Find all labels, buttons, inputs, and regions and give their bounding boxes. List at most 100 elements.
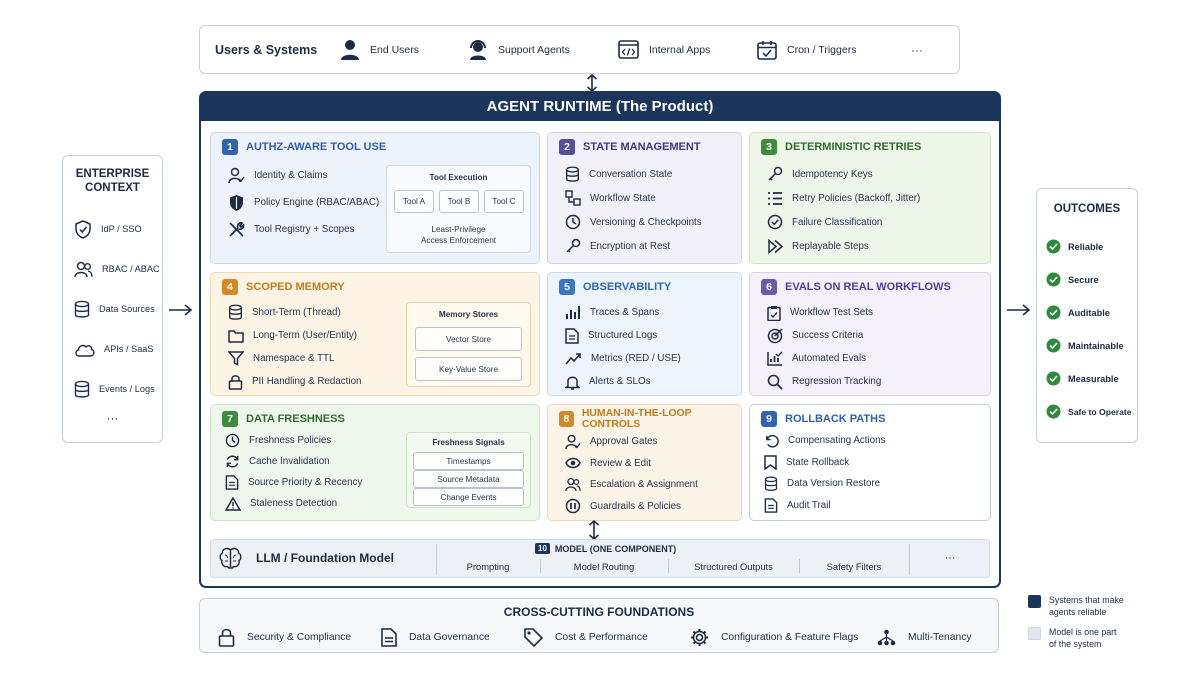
document-icon	[381, 628, 397, 647]
list-item-label: Traces & Spans	[590, 307, 660, 318]
key-icon	[566, 238, 581, 253]
legend-swatch	[1028, 595, 1041, 608]
list-item-label: Audit Trail	[787, 499, 831, 511]
users-group-icon	[74, 261, 93, 277]
model-item: Structured Outputs	[694, 561, 773, 572]
panel-note-line: Least-Privilege	[431, 225, 486, 234]
list-item: Long-Term (User/Entity)	[228, 324, 361, 347]
warning-icon	[225, 496, 241, 511]
legend-line: of the system	[1049, 639, 1102, 649]
bell-icon	[565, 376, 580, 390]
tool-chip: Tool A	[394, 190, 434, 213]
key-icon	[768, 166, 783, 181]
users-systems-title: Users & Systems	[215, 42, 318, 57]
calendar-icon	[757, 40, 777, 60]
list-item: Replayable Steps	[767, 234, 920, 258]
outcome-label: Reliable	[1068, 241, 1104, 252]
card-title: STATE MANAGEMENT	[583, 141, 701, 153]
chart-check-icon	[767, 351, 783, 366]
enterprise-item-idp: IdP / SSO	[74, 209, 162, 249]
clock-icon	[225, 433, 240, 448]
list-item: Encryption at Rest	[565, 234, 702, 258]
list-icon	[768, 191, 782, 205]
cross-cutting-foundations-panel: CROSS-CUTTING FOUNDATIONS Security & Com…	[199, 598, 999, 653]
list-item-label: Structured Logs	[588, 330, 658, 341]
list-item: Source Priority & Recency	[225, 472, 362, 493]
user-type-cron-triggers: Cron / Triggers	[757, 40, 907, 60]
user-type-support-agents: Support Agents	[468, 39, 618, 61]
list-item: Workflow Test Sets	[767, 301, 881, 324]
folder-icon	[228, 329, 244, 343]
card-title: SCOPED MEMORY	[246, 281, 345, 293]
enterprise-title: ENTERPRISE CONTEXT	[63, 167, 162, 195]
enterprise-item-label: IdP / SSO	[101, 224, 142, 234]
card-title: DETERMINISTIC RETRIES	[785, 141, 922, 153]
target-icon	[767, 327, 783, 343]
model-item: Model Routing	[573, 561, 635, 572]
card-number-badge: 4	[222, 279, 238, 295]
outcome-item: Maintainable	[1046, 329, 1137, 362]
user-type-label: End Users	[370, 43, 420, 56]
enterprise-item-data-sources: Data Sources	[74, 289, 162, 329]
replay-icon	[768, 238, 783, 254]
gear-icon	[691, 629, 708, 646]
card-number-badge: 8	[559, 411, 574, 427]
right-arrow-icon	[1007, 304, 1031, 316]
list-item: Success Criteria	[767, 324, 881, 347]
model-component-header: 10 MODEL (ONE COMPONENT)	[535, 543, 676, 554]
card-title: DATA FRESHNESS	[246, 413, 345, 425]
double-arrow-icon	[586, 74, 598, 92]
outcome-item: Secure	[1046, 263, 1137, 296]
list-item: Regression Tracking	[767, 370, 881, 393]
store-chip: Vector Store	[415, 327, 522, 351]
signal-chip: Change Events	[413, 488, 524, 506]
outcome-item: Safe to Operate	[1046, 395, 1137, 428]
headset-icon	[470, 39, 486, 60]
foundation-label: Configuration & Feature Flags	[721, 632, 859, 643]
panel-note-line: Access Enforcement	[420, 236, 497, 245]
bookmark-icon	[764, 455, 777, 470]
database-icon	[566, 166, 579, 182]
filter-icon	[228, 351, 244, 366]
document-icon	[225, 475, 239, 490]
list-item: Traces & Spans	[565, 301, 681, 324]
document-icon	[565, 327, 579, 344]
bar-chart-icon	[566, 306, 580, 319]
refresh-icon	[226, 455, 239, 468]
legend: Systems that make agents reliable Model …	[1028, 594, 1124, 650]
foundations-title: CROSS-CUTTING FOUNDATIONS	[503, 605, 695, 619]
list-item-label: Approval Gates	[590, 436, 658, 448]
user-type-label: Cron / Triggers	[787, 43, 857, 56]
list-item: Approval Gates	[565, 431, 698, 453]
list-item-label: Source Priority & Recency	[248, 477, 363, 488]
foundation-label: Security & Compliance	[247, 632, 352, 643]
list-item-label: Identity & Claims	[254, 170, 328, 181]
list-item-label: Encryption at Rest	[590, 240, 671, 252]
clock-icon	[565, 214, 581, 230]
list-item: Namespace & TTL	[228, 347, 361, 370]
card-title: EVALS ON REAL WORKFLOWS	[785, 281, 951, 293]
model-item: Safety Filters	[826, 561, 882, 572]
store-chip: Key-Value Store	[415, 357, 522, 381]
card-evals-real-workflows: 6 EVALS ON REAL WORKFLOWS Workflow Test S…	[749, 272, 991, 396]
list-item: Compensating Actions	[764, 430, 885, 452]
legend-label: Systems that make agents reliable	[1049, 594, 1124, 618]
outcome-label: Safe to Operate	[1068, 406, 1132, 417]
more-indicator: ···	[106, 411, 119, 425]
list-item-label: Guardrails & Policies	[590, 500, 681, 512]
list-item-label: Compensating Actions	[788, 435, 886, 447]
tool-execution-panel: Tool Execution Tool A Tool B Tool C Leas…	[386, 165, 531, 253]
list-item: Versioning & Checkpoints	[565, 210, 702, 234]
agent-runtime-panel: AGENT RUNTIME (The Product) 1 AUTHZ-AWARE…	[199, 91, 1001, 588]
card-scoped-memory: 4 SCOPED MEMORY Short-Term (Thread) Long-…	[210, 272, 540, 396]
list-item-label: Conversation State	[589, 168, 673, 180]
enterprise-item-rbac: RBAC / ABAC	[74, 249, 162, 289]
panel-title: Freshness Signals	[432, 438, 505, 447]
list-item: Metrics (RED / USE)	[565, 347, 681, 370]
card-human-in-the-loop: 8 HUMAN-IN-THE-LOOP CONTROLS Approval Gat…	[547, 404, 742, 521]
check-circle-icon	[1046, 371, 1061, 386]
legend-item: Model is one part of the system	[1028, 626, 1124, 650]
list-item: Workflow State	[565, 186, 702, 210]
list-item-label: Escalation & Assignment	[590, 479, 698, 491]
list-item-label: Workflow Test Sets	[790, 307, 873, 318]
